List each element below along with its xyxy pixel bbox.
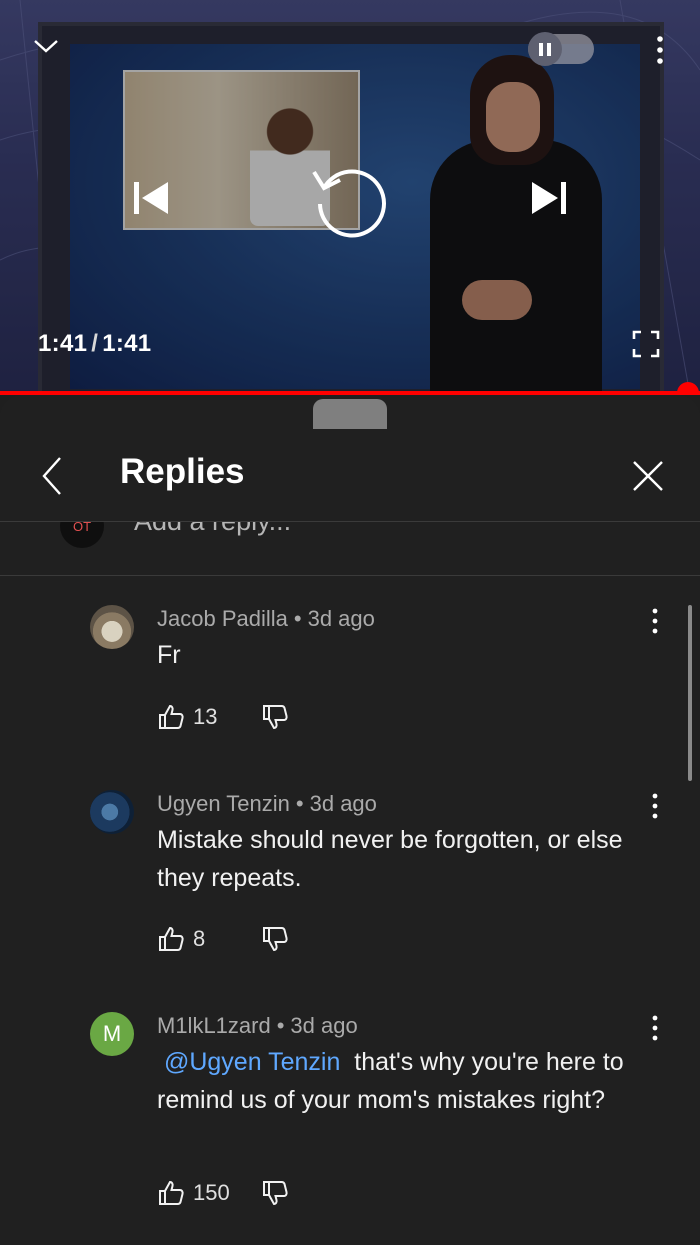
comment-age: 3d ago: [307, 606, 375, 631]
comment-actions: 8: [157, 924, 289, 954]
comment-meta: Ugyen Tenzin • 3d ago: [157, 791, 377, 816]
skip-previous-icon[interactable]: [130, 176, 172, 220]
thumb-down-icon[interactable]: [261, 1179, 289, 1207]
comment-text: @Ugyen Tenzin that's why you're here to …: [157, 1043, 657, 1119]
comment-meta: Jacob Padilla • 3d ago: [157, 606, 375, 631]
avatar-text: OT: [72, 522, 92, 534]
more-vert-icon[interactable]: [645, 606, 665, 636]
skip-next-icon[interactable]: [528, 176, 570, 220]
thumb-up-icon[interactable]: [157, 703, 185, 731]
add-reply-input[interactable]: Add a reply...: [134, 522, 291, 537]
panel-header: Replies: [0, 440, 700, 522]
pause-icon: [528, 32, 562, 66]
avatar: OT: [60, 522, 104, 548]
video-player[interactable]: 1:41/1:41: [0, 0, 700, 395]
comment-text: Mistake should never be forgotten, or el…: [157, 826, 623, 892]
comment-actions: 13: [157, 702, 289, 732]
avatar-letter: M: [102, 1021, 122, 1046]
close-icon[interactable]: [626, 454, 670, 498]
comment-author[interactable]: Jacob Padilla: [157, 606, 288, 631]
thumb-down-icon[interactable]: [261, 925, 289, 953]
avatar[interactable]: [90, 790, 134, 834]
more-vert-icon[interactable]: [650, 34, 670, 68]
comment-author[interactable]: Ugyen Tenzin: [157, 791, 290, 816]
more-vert-icon[interactable]: [645, 1013, 665, 1043]
comment-age: 3d ago: [309, 791, 377, 816]
more-vert-icon[interactable]: [645, 791, 665, 821]
add-reply-row[interactable]: OT Add a reply...: [0, 522, 700, 575]
like-count: 8: [193, 926, 206, 951]
thumb-up-icon[interactable]: [157, 1179, 185, 1207]
autoplay-toggle[interactable]: [528, 32, 594, 66]
time-total: 1:41: [102, 330, 152, 357]
comment-age: 3d ago: [290, 1013, 358, 1038]
divider: [0, 575, 700, 576]
like-count: 150: [193, 1180, 230, 1205]
time-display: 1:41/1:41: [38, 330, 151, 358]
comment-author[interactable]: M1lkL1zard: [157, 1013, 271, 1038]
fullscreen-icon[interactable]: [632, 330, 660, 358]
thumb-up-icon[interactable]: [157, 925, 185, 953]
drag-handle[interactable]: [313, 399, 387, 429]
time-separator: /: [91, 330, 99, 357]
chevron-down-icon[interactable]: [30, 32, 62, 60]
back-icon[interactable]: [36, 454, 68, 498]
mention-link[interactable]: @Ugyen Tenzin: [164, 1048, 340, 1076]
comment-actions: 150: [157, 1178, 289, 1208]
thumb-down-icon[interactable]: [261, 703, 289, 731]
panel-title: Replies: [120, 452, 245, 491]
avatar[interactable]: M: [90, 1012, 134, 1056]
comment-meta: M1lkL1zard • 3d ago: [157, 1013, 358, 1038]
time-current: 1:41: [38, 330, 88, 357]
replay-icon[interactable]: [308, 158, 392, 242]
like-count: 13: [193, 704, 218, 729]
replies-panel: Replies OT Add a reply... Jacob Padilla•…: [0, 395, 700, 1245]
comment-text: Fr: [157, 641, 181, 669]
scrollbar[interactable]: [688, 605, 692, 781]
avatar[interactable]: [90, 605, 134, 649]
